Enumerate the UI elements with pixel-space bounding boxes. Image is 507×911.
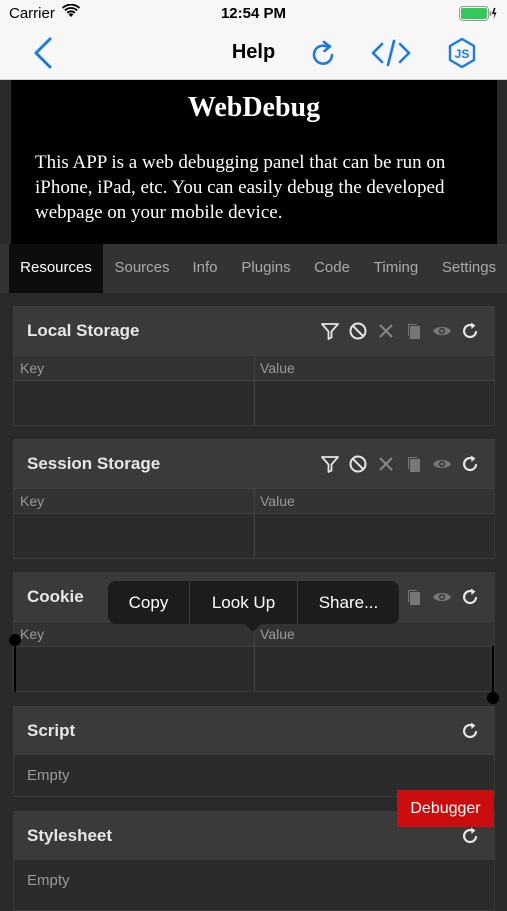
panel-header: Session Storage bbox=[14, 440, 494, 488]
filter-icon[interactable] bbox=[320, 321, 340, 341]
panel-toolbar bbox=[320, 454, 480, 474]
tab-sources[interactable]: Sources bbox=[106, 244, 178, 293]
tab-resources[interactable]: Resources bbox=[9, 244, 103, 293]
panel-toolbar bbox=[460, 721, 480, 741]
js-icon[interactable]: JS bbox=[446, 37, 478, 69]
nav-bar: Help JS bbox=[0, 28, 507, 80]
value-column-header: Value bbox=[260, 626, 295, 642]
status-bar: Carrier 12:54 PM bbox=[0, 0, 507, 28]
key-column-header: Key bbox=[20, 626, 45, 642]
tab-info[interactable]: Info bbox=[182, 244, 228, 293]
webdebug-title: WebDebug bbox=[187, 92, 321, 123]
local-storage-panel: Local Storage Key Value bbox=[13, 306, 495, 426]
close-icon[interactable] bbox=[376, 321, 396, 341]
refresh-icon[interactable] bbox=[460, 454, 480, 474]
selection-handle-start[interactable] bbox=[9, 634, 21, 646]
copy-icon[interactable] bbox=[404, 454, 424, 474]
copy-menu-item[interactable]: Copy bbox=[108, 581, 189, 624]
filter-icon[interactable] bbox=[320, 454, 340, 474]
panel-toolbar bbox=[404, 587, 480, 607]
column-divider bbox=[254, 488, 255, 558]
refresh-icon[interactable] bbox=[310, 37, 338, 69]
text-context-menu: Copy Look Up Share... bbox=[108, 581, 399, 624]
panel-title: Stylesheet bbox=[27, 826, 113, 845]
refresh-icon[interactable] bbox=[460, 321, 480, 341]
panel-title: Cookie bbox=[27, 587, 84, 606]
value-column-header: Value bbox=[260, 493, 295, 509]
panel-title: Script bbox=[27, 721, 76, 740]
panel-toolbar bbox=[460, 826, 480, 846]
value-column-header: Value bbox=[260, 360, 295, 376]
page-title: Help bbox=[231, 41, 276, 63]
web-preview: WebDebug This APP is a web debugging pan… bbox=[11, 80, 497, 244]
panel-header: Script bbox=[14, 707, 494, 755]
eye-icon[interactable] bbox=[432, 587, 452, 607]
copy-icon[interactable] bbox=[404, 587, 424, 607]
tab-code[interactable]: Code bbox=[305, 244, 359, 293]
look-up-menu-item[interactable]: Look Up bbox=[190, 581, 297, 624]
webdebug-description: This APP is a web debugging panel that c… bbox=[35, 152, 446, 223]
clear-icon[interactable] bbox=[348, 454, 368, 474]
share-menu-item[interactable]: Share... bbox=[298, 581, 399, 624]
key-column-header: Key bbox=[20, 360, 45, 376]
clear-icon[interactable] bbox=[348, 321, 368, 341]
key-column-header: Key bbox=[20, 493, 45, 509]
empty-label: Empty bbox=[27, 767, 70, 784]
copy-icon[interactable] bbox=[404, 321, 424, 341]
panel-title: Local Storage bbox=[27, 321, 140, 340]
selection-handle-end-line[interactable] bbox=[492, 646, 494, 698]
empty-label: Empty bbox=[27, 872, 70, 889]
panel-header: Local Storage bbox=[14, 307, 494, 355]
debugger-button[interactable]: Debugger bbox=[397, 790, 494, 827]
svg-text:JS: JS bbox=[455, 47, 470, 61]
battery-icon bbox=[459, 6, 497, 21]
column-divider bbox=[254, 355, 255, 425]
tab-plugins[interactable]: Plugins bbox=[233, 244, 299, 293]
code-icon[interactable] bbox=[371, 37, 411, 69]
status-time: 12:54 PM bbox=[220, 5, 287, 22]
refresh-icon[interactable] bbox=[460, 721, 480, 741]
selection-handle-end[interactable] bbox=[487, 692, 499, 704]
eye-icon[interactable] bbox=[432, 321, 452, 341]
eye-icon[interactable] bbox=[432, 454, 452, 474]
refresh-icon[interactable] bbox=[460, 826, 480, 846]
script-panel: Script Empty bbox=[13, 706, 495, 797]
selection-handle-start-line[interactable] bbox=[14, 640, 16, 692]
panel-toolbar bbox=[320, 321, 480, 341]
tab-timing[interactable]: Timing bbox=[366, 244, 426, 293]
panel-title: Session Storage bbox=[27, 454, 161, 473]
session-storage-panel: Session Storage Key Value bbox=[13, 439, 495, 559]
close-icon[interactable] bbox=[376, 454, 396, 474]
tab-settings[interactable]: Settings bbox=[433, 244, 505, 293]
refresh-icon[interactable] bbox=[460, 587, 480, 607]
debug-tabs: Resources Sources Info Plugins Code Timi… bbox=[0, 244, 507, 293]
context-menu-arrow bbox=[244, 623, 262, 632]
